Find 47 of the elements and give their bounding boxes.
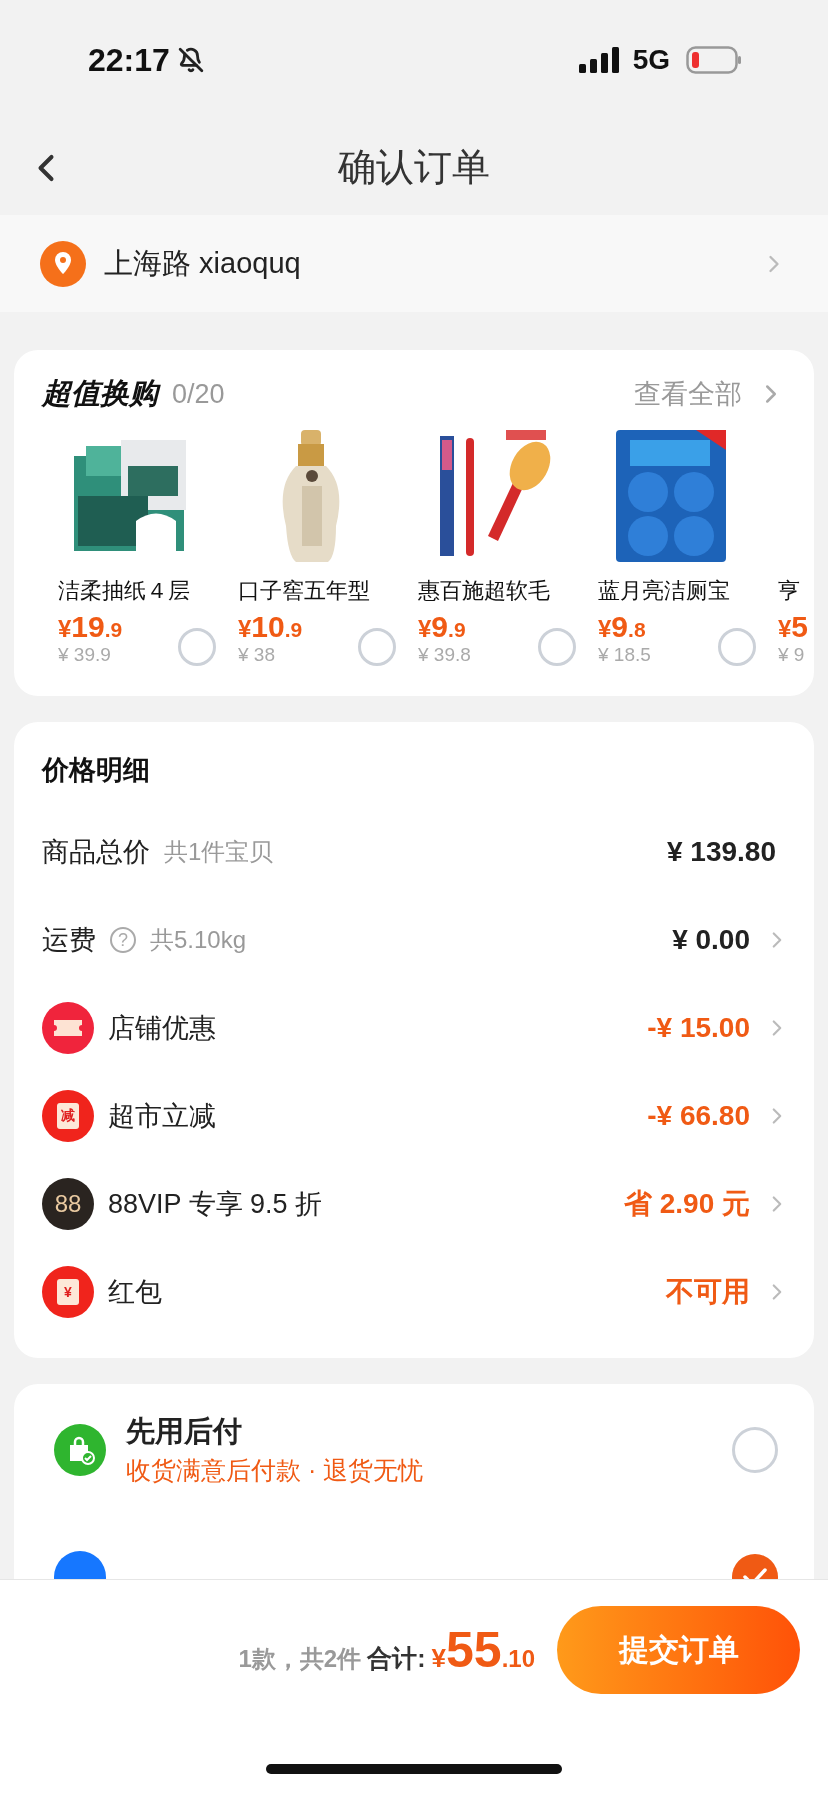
product-price: ¥9.9	[418, 610, 467, 644]
row-note: 共5.10kg	[150, 925, 247, 955]
network-label: 5G	[632, 44, 670, 76]
total-amount: ¥55.10	[431, 1621, 535, 1679]
row-label: 店铺优惠	[108, 1012, 216, 1045]
payment-title: 先用后付	[126, 1414, 243, 1449]
product-price: ¥9.8	[598, 610, 647, 644]
row-value: ¥ 139.80	[667, 836, 776, 868]
help-icon[interactable]: ?	[110, 927, 136, 953]
product-price: ¥5	[778, 610, 809, 644]
row-value: 不可用	[666, 1275, 750, 1309]
selection-count: 0/20	[172, 378, 225, 410]
envelope-icon: 减	[42, 1090, 94, 1142]
product-name: 洁柔抽纸４层	[58, 577, 191, 605]
submit-order-button[interactable]: 提交订单	[557, 1606, 800, 1694]
row-label: 88VIP 专享 9.5 折	[108, 1188, 323, 1221]
product-name: 口子窖五年型	[238, 577, 371, 605]
product-price: ¥10.9	[238, 610, 303, 644]
product-name: 蓝月亮洁厕宝	[598, 577, 731, 605]
product-name: 亨	[778, 577, 801, 605]
original-price: ¥ 9	[778, 644, 806, 666]
row-label: 运费	[42, 924, 96, 957]
row-value: -¥ 15.00	[647, 1012, 750, 1044]
row-note: 共1件宝贝	[164, 837, 274, 867]
address-row[interactable]: 上海路 xiaoquq	[0, 215, 828, 312]
status-time: 22:17	[88, 41, 170, 79]
row-value: ¥ 0.00	[672, 924, 750, 956]
payment-subtitle: 收货满意后付款 · 退货无忧	[126, 1455, 425, 1486]
page-title: 确认订单	[338, 145, 490, 190]
original-price: ¥ 39.8	[418, 644, 471, 666]
original-price: ¥ 18.5	[598, 644, 651, 666]
row-label: 商品总价	[42, 836, 150, 869]
row-value: -¥ 66.80	[647, 1100, 750, 1132]
product-name: 惠百施超软毛	[418, 577, 551, 605]
row-label: 红包	[108, 1276, 162, 1309]
original-price: ¥ 38	[238, 644, 276, 666]
row-value: 省 2.90 元	[623, 1187, 750, 1221]
product-price: ¥19.9	[58, 610, 123, 644]
row-label: 超市立减	[108, 1100, 216, 1133]
vip-badge-icon: 88	[42, 1178, 94, 1230]
item-summary: 1款，共2件	[238, 1644, 362, 1674]
address-text: 上海路 xiaoquq	[104, 245, 302, 281]
envelope-icon: ¥	[42, 1266, 94, 1318]
original-price: ¥ 39.9	[58, 644, 112, 666]
view-all-link[interactable]: 查看全部	[634, 376, 742, 412]
total-label: 合计:	[367, 1643, 426, 1674]
section-title: 价格明细	[40, 754, 151, 787]
